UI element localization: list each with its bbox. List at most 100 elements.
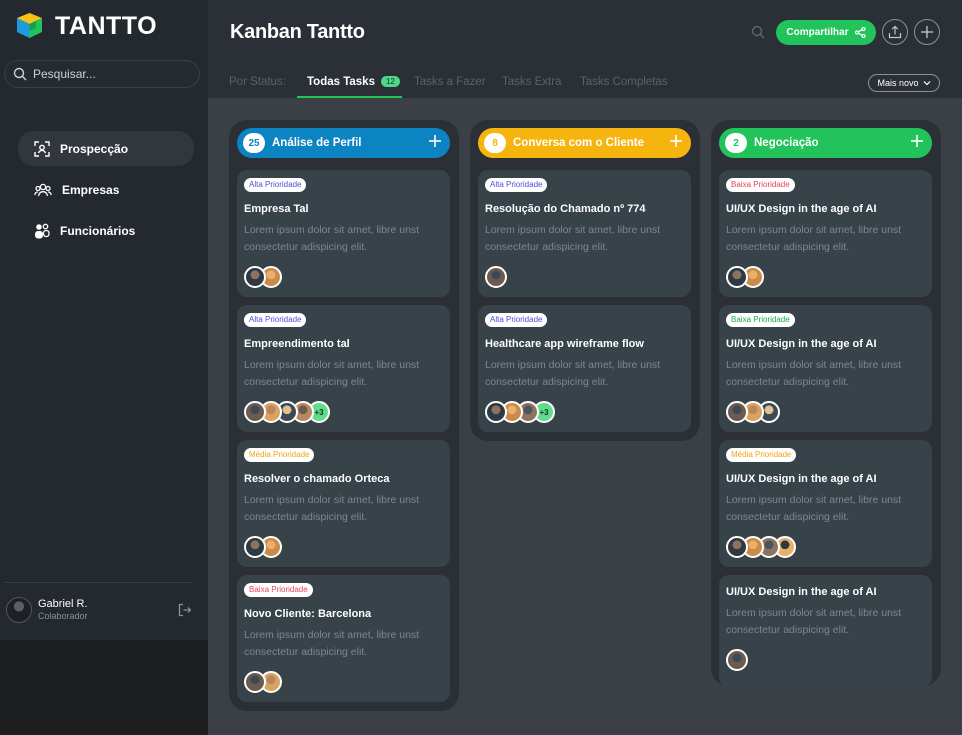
column-count-badge: 8: [484, 133, 506, 153]
card-title: UI/UX Design in the age of AI: [726, 473, 877, 485]
tab-tasks-a-fazer[interactable]: Tasks a Fazer: [414, 76, 486, 88]
priority-badge: Baixa Prioridade: [726, 178, 795, 192]
card-assignees: [244, 266, 282, 288]
task-card[interactable]: Baixa Prioridade Novo Cliente: Barcelona L…: [237, 575, 450, 702]
priority-badge: Alta Prioridade: [244, 178, 307, 192]
chevron-down-icon: [923, 81, 930, 86]
task-card[interactable]: Baixa Prioridade UI/UX Design in the age …: [719, 170, 932, 297]
sidebar-item-empresas[interactable]: Empresas: [18, 172, 194, 207]
task-card[interactable]: UI/UX Design in the age of AI Lorem ipsum…: [719, 575, 932, 687]
sidebar-footer-area: [0, 640, 208, 735]
upload-button[interactable]: [882, 19, 908, 45]
add-card-button[interactable]: [428, 134, 442, 153]
card-title: UI/UX Design in the age of AI: [726, 338, 877, 350]
card-description: Lorem ipsum dolor sit amet, libre unst c…: [244, 224, 420, 253]
avatar[interactable]: [244, 536, 266, 558]
card-description: Lorem ipsum dolor sit amet, libre unst c…: [244, 359, 420, 388]
task-card[interactable]: Baixa Prioridade UI/UX Design in the age …: [719, 305, 932, 432]
card-description: Lorem ipsum dolor sit amet, libre unst c…: [726, 359, 902, 388]
kanban-column-analise: 25 Análise de Perfil Alta Prioridade Empres…: [229, 120, 459, 711]
sidebar-item-label: Empresas: [62, 182, 120, 197]
card-assignees: [726, 649, 748, 671]
priority-badge: Baixa Prioridade: [244, 583, 313, 597]
logout-icon[interactable]: [178, 603, 192, 617]
brand-name: TANTTO: [55, 12, 158, 40]
task-card[interactable]: Alta Prioridade Healthcare app wireframe …: [478, 305, 691, 432]
column-count-badge: 25: [243, 133, 265, 153]
avatar[interactable]: [244, 671, 266, 693]
kanban-column-negociacao: 2 Negociação Baixa Prioridade UI/UX Design …: [711, 120, 941, 687]
sidebar-item-label: Funcionários: [60, 223, 136, 238]
share-button-label: Compartilhar: [786, 27, 849, 38]
add-card-button[interactable]: [910, 134, 924, 153]
card-title: UI/UX Design in the age of AI: [726, 203, 877, 215]
task-card[interactable]: Alta Prioridade Empreendimento tal Lorem i…: [237, 305, 450, 432]
avatar: [6, 597, 32, 623]
avatar[interactable]: [485, 266, 507, 288]
column-header: 8 Conversa com o Cliente: [478, 128, 691, 158]
priority-badge: Alta Prioridade: [485, 313, 548, 327]
avatar[interactable]: [726, 401, 748, 423]
sidebar-divider: [4, 582, 192, 583]
tab-todas-tasks[interactable]: Todas Tasks 12: [307, 76, 400, 88]
status-tabs: Por Status: Todas Tasks 12 Tasks a Fazer …: [218, 72, 679, 99]
avatar[interactable]: [726, 266, 748, 288]
card-assignees: [726, 401, 780, 423]
sort-dropdown[interactable]: Mais novo: [868, 74, 940, 92]
sidebar-item-funcionarios[interactable]: Funcionários: [18, 213, 194, 248]
search-icon[interactable]: [751, 25, 765, 39]
avatar[interactable]: [244, 266, 266, 288]
brand-logo[interactable]: TANTTO: [16, 12, 157, 41]
card-assignees: +3: [485, 401, 555, 423]
plus-icon: [911, 135, 923, 147]
priority-badge: Média Prioridade: [726, 448, 797, 462]
card-title: Novo Cliente: Barcelona: [244, 608, 372, 620]
task-card[interactable]: Média Prioridade Resolver o chamado Ortec…: [237, 440, 450, 567]
sidebar: TANTTO Prospecção Empresas Funcionários …: [0, 0, 208, 640]
share-button[interactable]: Compartilhar: [776, 20, 876, 45]
card-assignees: [726, 266, 764, 288]
sidebar-item-label: Prospecção: [60, 141, 129, 156]
sidebar-search: [4, 60, 200, 88]
card-assignees: +3: [244, 401, 330, 423]
kanban-column-conversa: 8 Conversa com o Cliente Alta Prioridade Re…: [470, 120, 700, 441]
group-icon: [34, 183, 52, 196]
search-input[interactable]: [33, 67, 193, 81]
card-description: Lorem ipsum dolor sit amet, libre unst c…: [726, 494, 902, 523]
priority-badge: Alta Prioridade: [485, 178, 548, 192]
user-role: Colaborador: [38, 611, 88, 621]
tab-tasks-completas[interactable]: Tasks Completas: [580, 76, 668, 88]
add-button[interactable]: [914, 19, 940, 45]
plus-icon: [429, 135, 441, 147]
card-title: Empresa Tal: [244, 203, 309, 215]
column-title: Negociação: [754, 137, 819, 149]
avatar[interactable]: [244, 401, 266, 423]
column-header: 2 Negociação: [719, 128, 932, 158]
share-icon: [854, 27, 866, 38]
column-count-badge: 2: [725, 133, 747, 153]
card-assignees: [244, 671, 282, 693]
avatar[interactable]: [726, 649, 748, 671]
kanban-board: 25 Análise de Perfil Alta Prioridade Empres…: [208, 98, 962, 735]
sort-label: Mais novo: [877, 78, 919, 88]
task-card[interactable]: Alta Prioridade Empresa Tal Lorem ipsum do…: [237, 170, 450, 297]
search-icon: [13, 67, 27, 81]
avatar[interactable]: [485, 401, 507, 423]
card-title: Resolução do Chamado nº 774: [485, 203, 646, 215]
card-assignees: [485, 266, 507, 288]
avatar[interactable]: [726, 536, 748, 558]
user-profile[interactable]: Gabriel R. Colaborador: [6, 597, 192, 623]
tab-tasks-extra[interactable]: Tasks Extra: [502, 76, 561, 88]
card-assignees: [244, 536, 282, 558]
card-description: Lorem ipsum dolor sit amet, libre unst c…: [244, 629, 420, 658]
add-card-button[interactable]: [669, 134, 683, 153]
user-name: Gabriel R.: [38, 598, 88, 610]
tab-por-status: Por Status:: [229, 76, 286, 88]
card-title: Resolver o chamado Orteca: [244, 473, 390, 485]
sidebar-item-prospeccao[interactable]: Prospecção: [18, 131, 194, 166]
card-description: Lorem ipsum dolor sit amet, libre unst c…: [726, 224, 902, 253]
people-icon: [35, 223, 50, 238]
task-card[interactable]: Média Prioridade UI/UX Design in the age …: [719, 440, 932, 567]
card-description: Lorem ipsum dolor sit amet, libre unst c…: [485, 224, 661, 253]
task-card[interactable]: Alta Prioridade Resolução do Chamado nº 7…: [478, 170, 691, 297]
